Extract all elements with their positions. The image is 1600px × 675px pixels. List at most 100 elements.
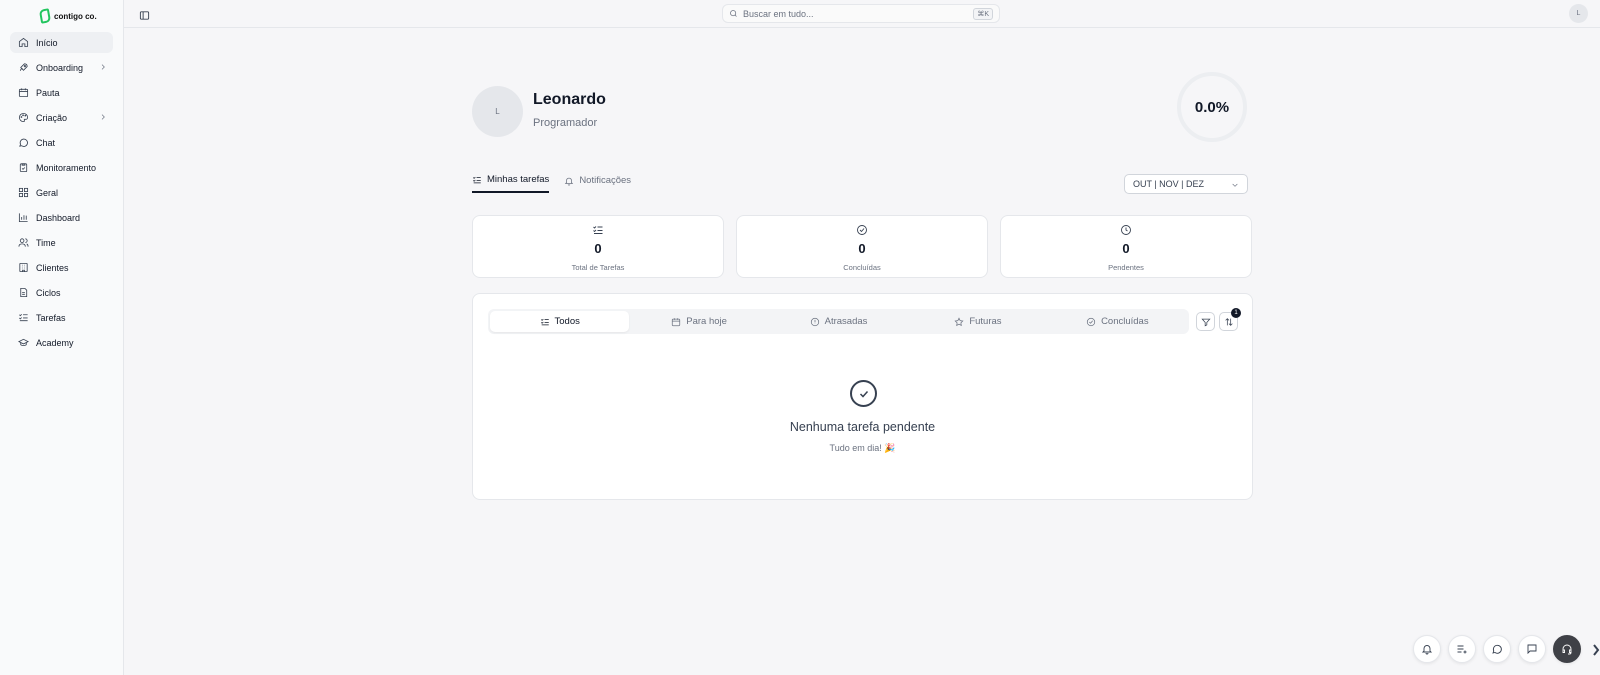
sidebar-item-academy[interactable]: Academy [10, 332, 113, 353]
sidebar-item-ciclos[interactable]: Ciclos [10, 282, 113, 303]
profile-name: Leonardo [533, 91, 606, 108]
sidebar-item-time[interactable]: Time [10, 232, 113, 253]
filter-todos[interactable]: Todos [490, 311, 630, 332]
empty-state-subtitle: Tudo em dia! 🎉 [829, 443, 896, 453]
completion-value: 0.0% [1194, 98, 1230, 116]
sidebar-item-label: Criação [36, 112, 68, 123]
sidebar-item-dashboard[interactable]: Dashboard [10, 207, 113, 228]
messages-dock-button[interactable] [1518, 635, 1546, 663]
sidebar-item-clientes[interactable]: Clientes [10, 257, 113, 278]
task-filter-tabs: Todos Para hoje Atrasadas Futuras Conclu… [488, 309, 1189, 334]
stat-card-total: 0 Total de Tarefas [472, 215, 724, 278]
sidebar-item-inicio[interactable]: Início [10, 32, 113, 53]
stat-value: 0 [1122, 241, 1130, 256]
logo-text: contigo co. [54, 11, 97, 21]
filter-button[interactable] [1196, 312, 1215, 331]
brand-logo[interactable]: contigo co. [0, 0, 123, 32]
sort-button[interactable]: 1 [1219, 308, 1241, 331]
sidebar-item-label: Pauta [36, 87, 60, 98]
filter-concluidas[interactable]: Concluídas [1048, 311, 1187, 332]
sidebar-item-geral[interactable]: Geral [10, 182, 113, 203]
list-plus-icon [1457, 645, 1467, 654]
check-circle-icon [1086, 317, 1096, 326]
sidebar-item-onboarding[interactable]: Onboarding [10, 57, 113, 78]
task-queue-dock-button[interactable] [1448, 635, 1476, 663]
filter-futuras[interactable]: Futuras [908, 311, 1047, 332]
filter-atrasadas[interactable]: Atrasadas [769, 311, 908, 332]
star-icon [954, 316, 964, 326]
tab-notificacoes[interactable]: Notificações [564, 174, 631, 193]
profile-avatar: L [472, 86, 523, 137]
support-dock-button[interactable] [1553, 635, 1581, 663]
sidebar: contigo co. Início Onboarding Pauta Cria… [0, 0, 124, 675]
chat-icon [1492, 644, 1502, 654]
task-list-icon [592, 223, 604, 235]
message-square-icon [1527, 644, 1537, 655]
tasks-panel: Todos Para hoje Atrasadas Futuras Conclu… [472, 293, 1253, 500]
rocket-icon [16, 61, 30, 75]
sidebar-item-label: Dashboard [36, 212, 81, 223]
chevron-right-icon[interactable] [1592, 643, 1600, 656]
tab-minhas-tarefas[interactable]: Minhas tarefas [472, 174, 550, 193]
sidebar-item-label: Geral [36, 187, 59, 198]
bell-icon [565, 177, 574, 186]
logo-mark-icon [38, 8, 52, 24]
sidebar-item-chat[interactable]: Chat [10, 132, 113, 153]
search-shortcut: ⌘K [973, 8, 993, 20]
sidebar-toggle-icon[interactable] [139, 8, 150, 20]
filter-label: Futuras [969, 316, 1002, 327]
user-avatar[interactable]: L [1569, 4, 1588, 23]
stat-card-concluidas: 0 Concluídas [736, 215, 988, 278]
topbar: Buscar em tudo... ⌘K L [124, 0, 1600, 28]
search-placeholder: Buscar em tudo... [743, 8, 814, 19]
search-input[interactable]: Buscar em tudo... ⌘K [722, 4, 1000, 23]
search-icon [730, 10, 737, 17]
filter-icon [1200, 318, 1211, 326]
sidebar-item-criacao[interactable]: Criação [10, 107, 113, 128]
tab-label: Minhas tarefas [487, 174, 550, 185]
bell-icon [1421, 645, 1433, 655]
sidebar-item-label: Início [36, 37, 58, 48]
stat-card-pendentes: 0 Pendentes [1000, 215, 1252, 278]
task-list-icon [16, 311, 30, 325]
filter-label: Concluídas [1101, 316, 1149, 327]
sidebar-nav: Início Onboarding Pauta Criação Chat Mon… [0, 32, 123, 353]
clock-icon [1120, 223, 1132, 235]
tab-label: Notificações [579, 175, 632, 186]
sidebar-item-label: Academy [36, 337, 74, 348]
stat-label: Pendentes [1108, 263, 1144, 272]
palette-icon [16, 111, 30, 125]
bar-chart-icon [16, 211, 30, 225]
headset-icon [1562, 644, 1572, 655]
sidebar-item-pauta[interactable]: Pauta [10, 82, 113, 103]
chevron-right-icon [99, 63, 107, 71]
filter-label: Para hoje [686, 316, 727, 327]
sidebar-item-label: Chat [36, 137, 56, 148]
stat-value: 0 [594, 241, 602, 256]
users-icon [16, 236, 30, 250]
chat-dock-button[interactable] [1483, 635, 1511, 663]
task-list-icon [472, 176, 481, 183]
stat-label: Concluídas [843, 263, 881, 272]
sort-icon [1224, 317, 1233, 326]
sidebar-item-label: Clientes [36, 262, 69, 273]
sidebar-item-label: Time [36, 237, 56, 248]
sidebar-item-label: Onboarding [36, 62, 84, 73]
filter-para-hoje[interactable]: Para hoje [629, 311, 768, 332]
empty-state-title: Nenhuma tarefa pendente [789, 420, 936, 434]
main-tabs: Minhas tarefas Notificações [472, 174, 631, 193]
chevron-right-icon [99, 113, 107, 121]
clipboard-icon [16, 161, 30, 175]
chevron-down-icon [1232, 183, 1238, 187]
notifications-dock-button[interactable] [1413, 635, 1441, 663]
sort-count-badge: 1 [1231, 308, 1241, 318]
sidebar-item-monitoramento[interactable]: Monitoramento [10, 157, 113, 178]
check-circle-icon [850, 380, 877, 407]
sidebar-item-tarefas[interactable]: Tarefas [10, 307, 113, 328]
task-list-icon [540, 318, 549, 325]
calendar-icon [16, 86, 30, 100]
period-select-value: OUT | NOV | DEZ [1133, 179, 1205, 189]
chat-icon [16, 136, 30, 150]
calendar-icon [672, 317, 681, 326]
period-select[interactable]: OUT | NOV | DEZ [1124, 174, 1248, 194]
